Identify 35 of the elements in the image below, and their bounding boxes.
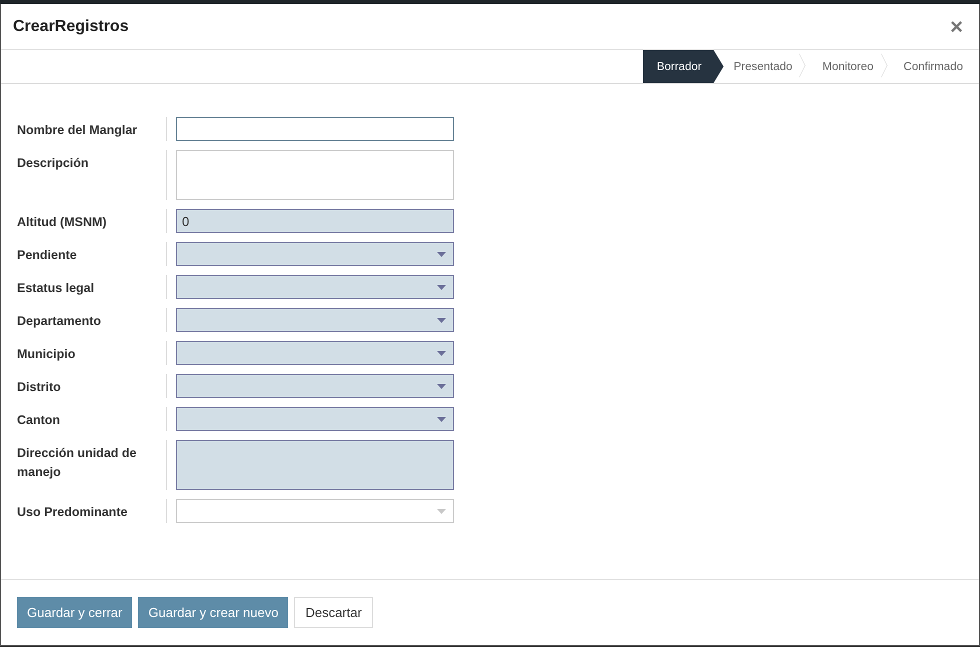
dropdown-field[interactable] [176, 374, 454, 398]
text-area[interactable] [176, 440, 454, 490]
dropdown-field[interactable] [176, 407, 454, 431]
caret-icon [437, 252, 446, 256]
dropdown-field[interactable] [176, 341, 454, 365]
field-label: Distrito [17, 374, 167, 398]
field-label: Altitud (MSNM) [17, 209, 167, 233]
caret-icon [437, 318, 446, 322]
caret-icon [437, 508, 446, 514]
field-label: Uso Predominante [17, 499, 167, 523]
dropdown-field[interactable] [176, 499, 454, 523]
field-label: Estatus legal [17, 275, 167, 299]
field-label: Nombre del Manglar [17, 117, 167, 141]
footer-button[interactable]: Guardar y crear nuevo [138, 597, 288, 628]
field-label: Pendiente [17, 242, 167, 266]
caret-icon [437, 284, 446, 290]
close-button[interactable]: × [946, 14, 967, 40]
footer-button[interactable]: Descartar [294, 597, 373, 628]
field-label: Municipio [17, 341, 167, 365]
input-field[interactable] [176, 117, 454, 141]
dialog-title: CrearRegistros [13, 18, 129, 36]
field-label: Dirección unidad de manejo [17, 440, 167, 490]
text-area[interactable] [176, 150, 454, 200]
dropdown-field[interactable] [176, 242, 454, 266]
field-label: Canton [17, 407, 167, 431]
status-stage[interactable]: Borrador [642, 50, 724, 83]
field-label: Departamento [17, 308, 167, 332]
dropdown-field[interactable] [176, 308, 454, 332]
caret-icon [437, 350, 446, 356]
field-label: Descripción [17, 150, 167, 200]
input-field[interactable]: 0 [176, 209, 454, 233]
caret-icon [437, 416, 446, 422]
caret-icon [437, 384, 446, 388]
footer-button[interactable]: Guardar y cerrar [17, 597, 132, 628]
dropdown-field[interactable] [176, 275, 454, 299]
